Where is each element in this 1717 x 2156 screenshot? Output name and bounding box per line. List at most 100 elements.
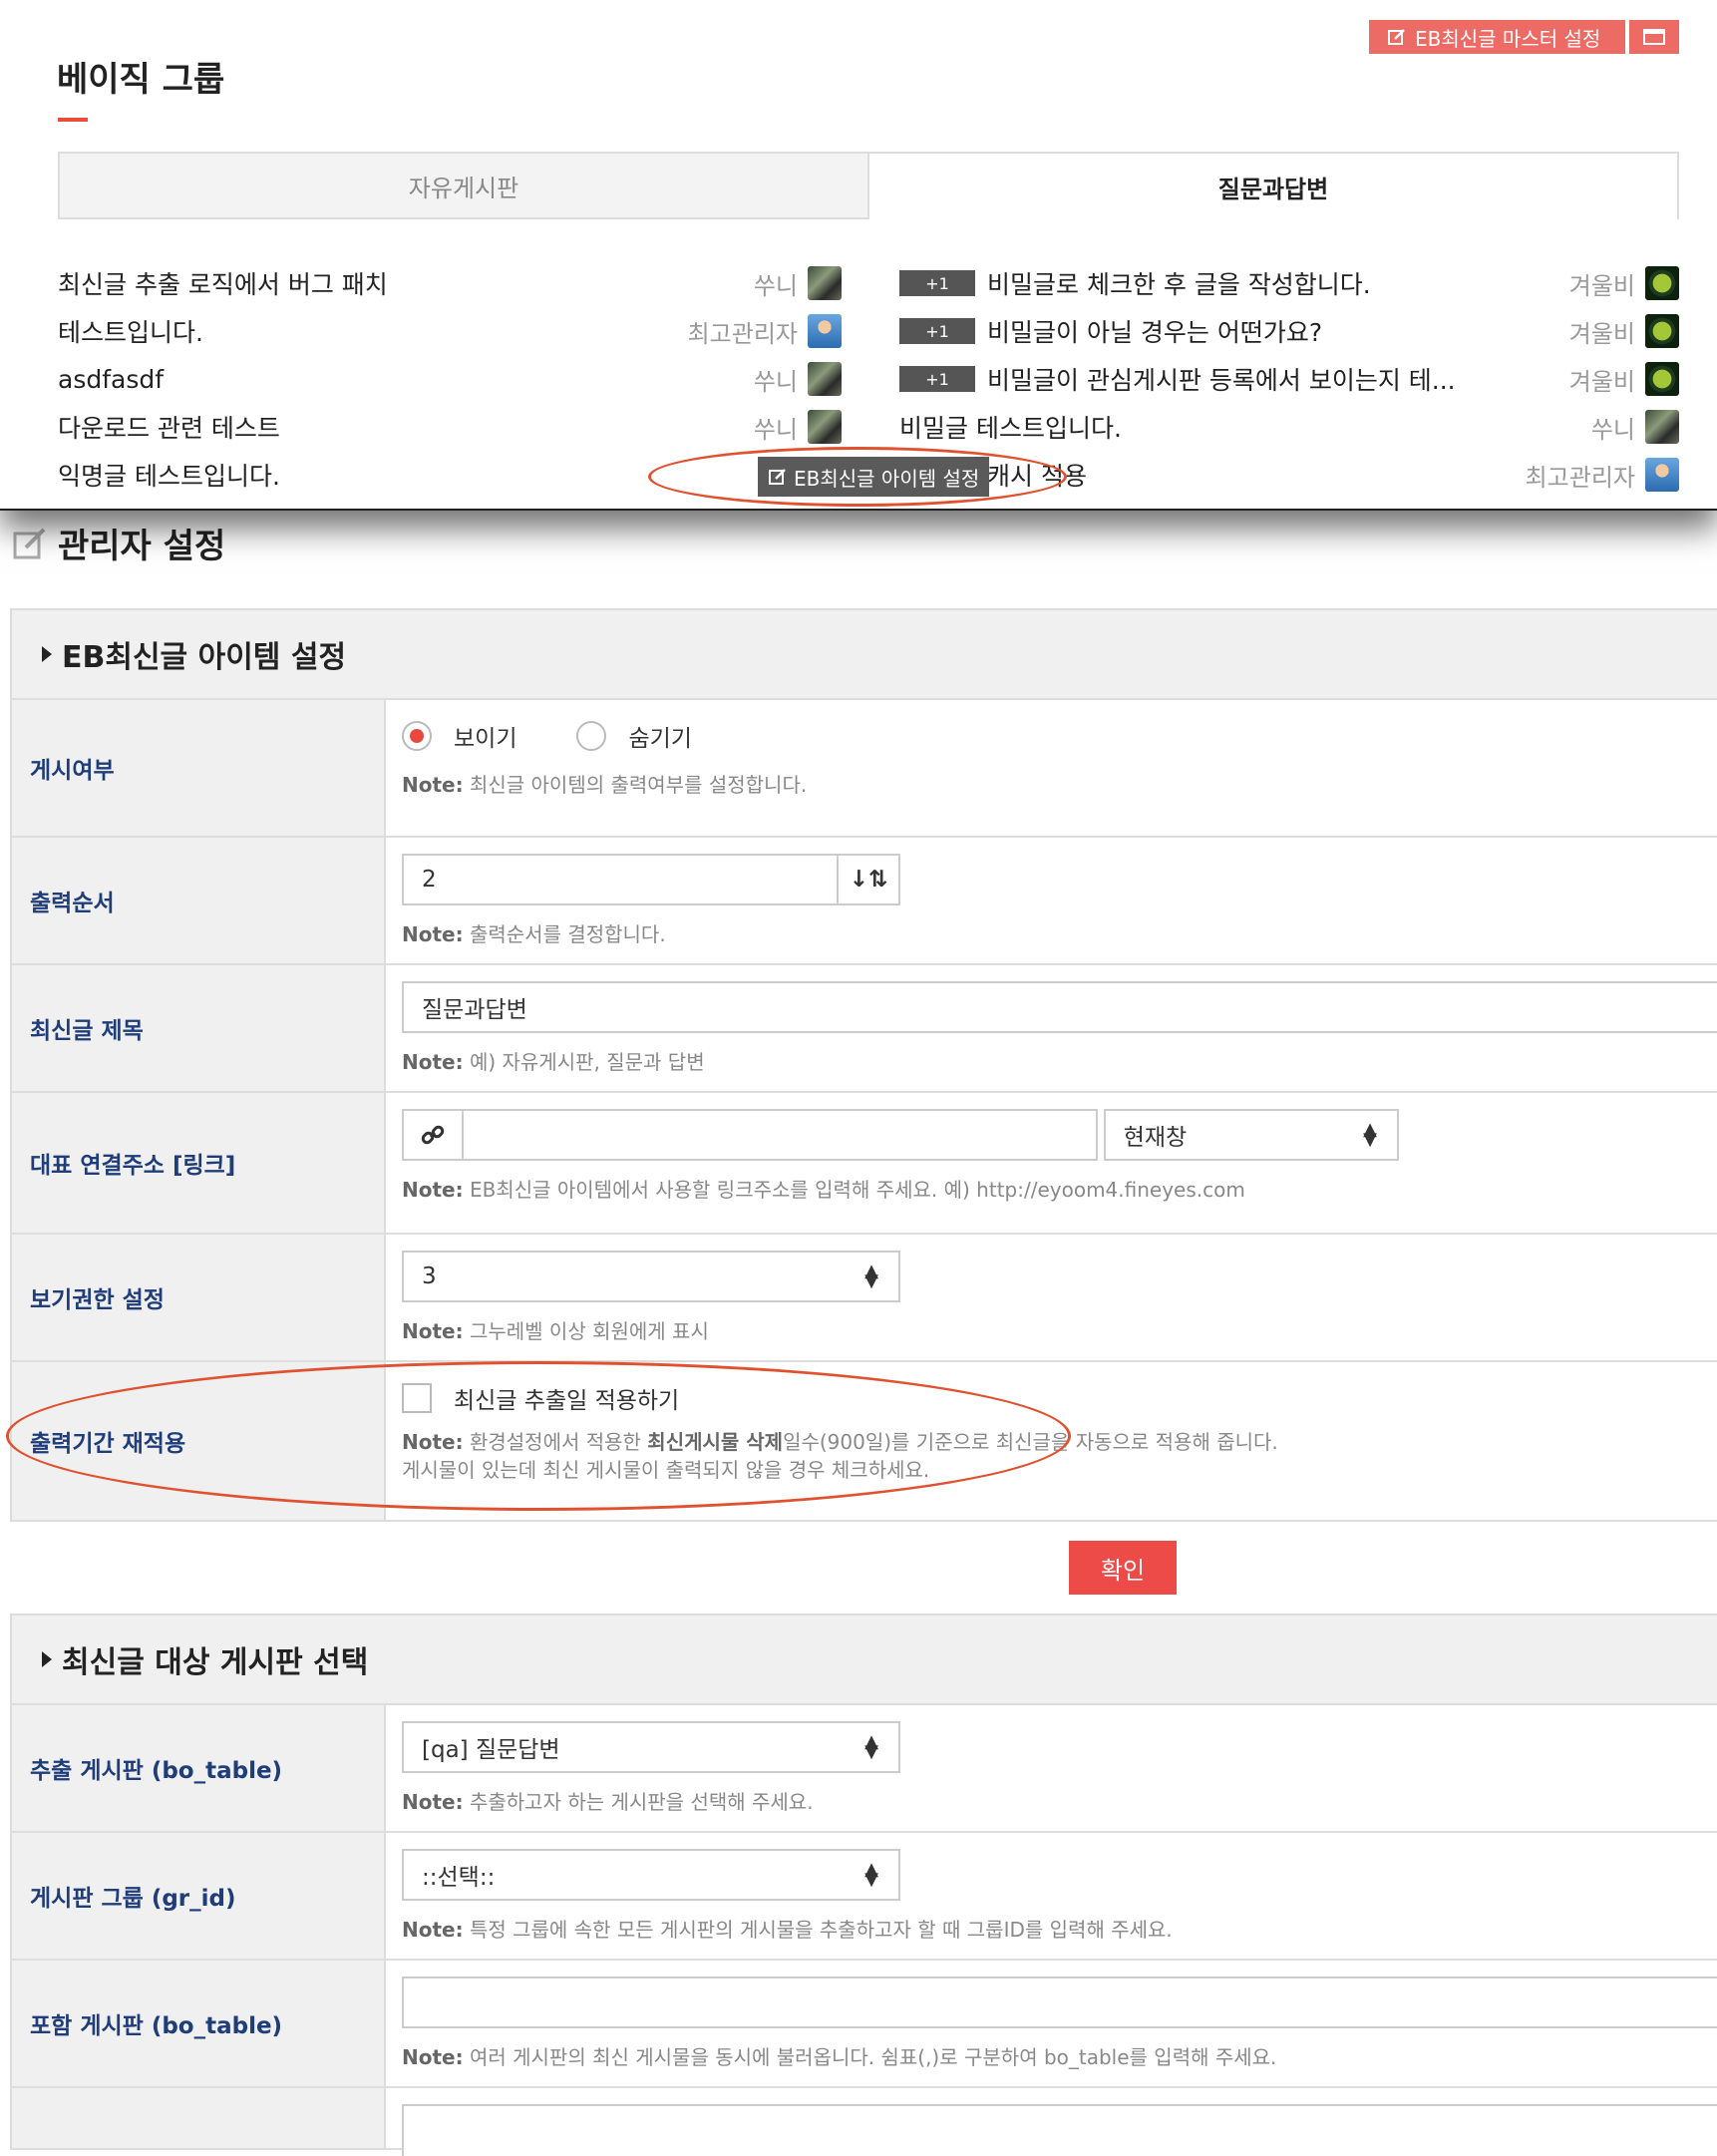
list-item[interactable]: 익명글 테스트입니다. 겨 (58, 453, 842, 497)
bo-table-value: [qa] 질문답변 (422, 1737, 560, 1763)
sort-order-icon: ↓⇅ (839, 854, 900, 905)
comment-count-badge: +1 (899, 318, 975, 344)
tab-free-board[interactable]: 자유게시판 (58, 152, 869, 219)
post-title[interactable]: 다운로드 관련 테스트 (58, 409, 746, 445)
post-title[interactable]: 비밀글이 아닐 경우는 어떤가요? (987, 313, 1561, 349)
avatar (1645, 266, 1679, 300)
permission-label: 보기권한 설정 (12, 1235, 386, 1360)
window-toggle-button[interactable] (1629, 20, 1679, 54)
order-label: 출력순서 (12, 838, 386, 963)
list-item[interactable]: asdfasdf 쑤니 (58, 357, 842, 401)
next-input[interactable] (402, 2104, 1717, 2156)
list-item[interactable]: 비밀글 테스트입니다. 쑤니 (899, 405, 1679, 449)
order-note: Note: 출력순서를 결정합니다. (402, 922, 666, 946)
post-title[interactable]: 익명글 테스트입니다. (58, 457, 768, 493)
avatar (1645, 362, 1679, 396)
gr-id-select[interactable]: ::선택:: ▲ ▼ (402, 1849, 900, 1901)
item-settings-button[interactable]: EB최신글 아이템 설정 (758, 457, 989, 497)
period-field: 최신글 추출일 적용하기 Note: 환경설정에서 적용한 최신게시물 삭제일수… (386, 1362, 1717, 1520)
item-settings-section: EB최신글 아이템 설정 게시여부 보이기 숨기기 Note: 최신글 아이템의… (10, 608, 1717, 1522)
permission-row: 보기권한 설정 3 ▲ ▼ Note: 그누레벨 이상 회원에게 표시 (12, 1235, 1717, 1362)
post-title[interactable]: 테스트입니다. (58, 313, 680, 349)
permission-select[interactable]: 3 ▲ ▼ (402, 1251, 900, 1302)
section-heading: 최신글 대상 게시판 선택 (12, 1616, 1717, 1705)
post-author: 쑤니 (1590, 415, 1635, 444)
list-item[interactable]: 최신글 추출 로직에서 버그 패치 쑤니 (58, 261, 842, 305)
order-input[interactable]: 2 (402, 854, 839, 905)
link-field: 현재창 ▲ ▼ Note: EB최신글 아이템에서 사용할 링크주소를 입력해 주… (386, 1093, 1717, 1233)
subject-row: 최신글 제목 질문과답변 Note: 예) 자유게시판, 질문과 답변 (12, 965, 1717, 1093)
list-item[interactable]: 테스트입니다. 최고관리자 (58, 309, 842, 353)
post-author: 최고관리자 (1525, 463, 1635, 492)
post-title[interactable]: 비밀글로 체크한 후 글을 작성합니다. (987, 265, 1561, 301)
list-item[interactable]: +1 비밀글로 체크한 후 글을 작성합니다. 겨울비 (899, 261, 1679, 305)
edit-icon (13, 528, 46, 558)
select-arrows-icon: ▲ ▼ (1363, 1119, 1377, 1150)
latest-posts-preview: EB최신글 마스터 설정 베이직 그룹 자유게시판 질문과답변 최신글 추출 로… (0, 0, 1717, 511)
bo-table-label: 추출 게시판 (bo_table) (12, 1705, 386, 1831)
display-row: 게시여부 보이기 숨기기 Note: 최신글 아이템의 출력여부를 설정합니다. (12, 700, 1717, 838)
gr-id-field: ::선택:: ▲ ▼ Note: 특정 그룹에 속한 모든 게시판의 게시물을 추… (386, 1833, 1717, 1959)
period-checkbox[interactable] (402, 1383, 432, 1413)
bo-table-row: 추출 게시판 (bo_table) [qa] 질문답변 ▲ ▼ Note: 추출하… (12, 1705, 1717, 1833)
target-board-section: 최신글 대상 게시판 선택 추출 게시판 (bo_table) [qa] 질문답… (10, 1614, 1717, 2156)
select-arrows-icon: ▲ ▼ (864, 1731, 878, 1762)
link-url-input[interactable] (463, 1109, 1098, 1161)
period-row: 출력기간 재적용 최신글 추출일 적용하기 Note: 환경설정에서 적용한 최… (12, 1362, 1717, 1520)
post-title[interactable]: 비밀글 테스트입니다. (899, 409, 1583, 445)
list-item[interactable]: 캐시 적용 최고관리자 (987, 453, 1679, 497)
avatar (808, 266, 842, 300)
post-title[interactable]: asdfasdf (58, 365, 746, 394)
display-radio-group: 보이기 숨기기 (402, 716, 1701, 756)
include-input[interactable] (402, 1976, 1717, 2028)
tab-qa-board[interactable]: 질문과답변 (869, 152, 1679, 219)
subject-input[interactable]: 질문과답변 (402, 981, 1717, 1033)
bo-table-note: Note: 추출하고자 하는 게시판을 선택해 주세요. (402, 1790, 814, 1814)
gr-id-label: 게시판 그룹 (gr_id) (12, 1833, 386, 1959)
list-item[interactable]: +1 비밀글이 아닐 경우는 어떤가요? 겨울비 (899, 309, 1679, 353)
period-checkbox-line: 최신글 추출일 적용하기 (402, 1378, 1701, 1418)
avatar (808, 362, 842, 396)
caret-right-icon (42, 646, 52, 662)
permission-value: 3 (422, 1263, 437, 1289)
link-icon (402, 1109, 464, 1161)
master-settings-label: EB최신글 마스터 설정 (1415, 26, 1601, 51)
section-heading-label: EB최신글 아이템 설정 (62, 640, 347, 675)
comment-count-badge: +1 (899, 366, 975, 392)
confirm-button[interactable]: 확인 (1069, 1541, 1177, 1595)
next-label (12, 2088, 386, 2148)
post-title[interactable]: 캐시 적용 (987, 457, 1518, 493)
permission-field: 3 ▲ ▼ Note: 그누레벨 이상 회원에게 표시 (386, 1235, 1717, 1360)
gr-id-note: Note: 특정 그룹에 속한 모든 게시판의 게시물을 추출하고자 할 때 그… (402, 1918, 1173, 1942)
order-field: 2 ↓⇅ Note: 출력순서를 결정합니다. (386, 838, 1717, 963)
edit-icon (769, 469, 786, 485)
post-author: 겨울비 (1568, 319, 1635, 348)
group-title: 베이직 그룹 (57, 60, 225, 100)
post-title[interactable]: 비밀글이 관심게시판 등록에서 보이는지 테... (987, 361, 1561, 397)
post-author: 쑤니 (753, 271, 798, 300)
post-title[interactable]: 최신글 추출 로직에서 버그 패치 (58, 265, 746, 301)
avatar (808, 314, 842, 348)
section-heading: EB최신글 아이템 설정 (12, 610, 1717, 700)
list-item[interactable]: 다운로드 관련 테스트 쑤니 (58, 405, 842, 449)
caret-right-icon (42, 1651, 52, 1667)
include-note: Note: 여러 게시판의 최신 게시물을 동시에 불러옵니다. 쉼표(,)로 … (402, 2045, 1277, 2069)
avatar (808, 410, 842, 444)
post-author: 겨울비 (1568, 271, 1635, 300)
subject-label: 최신글 제목 (12, 965, 386, 1091)
order-row: 출력순서 2 ↓⇅ Note: 출력순서를 결정합니다. (12, 838, 1717, 965)
radio-show-label: 보이기 (454, 726, 517, 752)
post-author: 쑤니 (753, 367, 798, 396)
gr-id-value: ::선택:: (422, 1865, 496, 1891)
link-target-select[interactable]: 현재창 ▲ ▼ (1103, 1109, 1399, 1161)
master-settings-button[interactable]: EB최신글 마스터 설정 (1369, 20, 1625, 54)
period-label: 출력기간 재적용 (12, 1362, 386, 1520)
radio-hide[interactable] (576, 721, 607, 751)
link-target-value: 현재창 (1123, 1125, 1188, 1151)
next-field (386, 2088, 1717, 2156)
title-underline (58, 118, 88, 122)
list-item[interactable]: +1 비밀글이 관심게시판 등록에서 보이는지 테... 겨울비 (899, 357, 1679, 401)
subject-note: Note: 예) 자유게시판, 질문과 답변 (402, 1050, 705, 1074)
radio-show[interactable] (402, 721, 432, 751)
bo-table-select[interactable]: [qa] 질문답변 ▲ ▼ (402, 1721, 900, 1773)
